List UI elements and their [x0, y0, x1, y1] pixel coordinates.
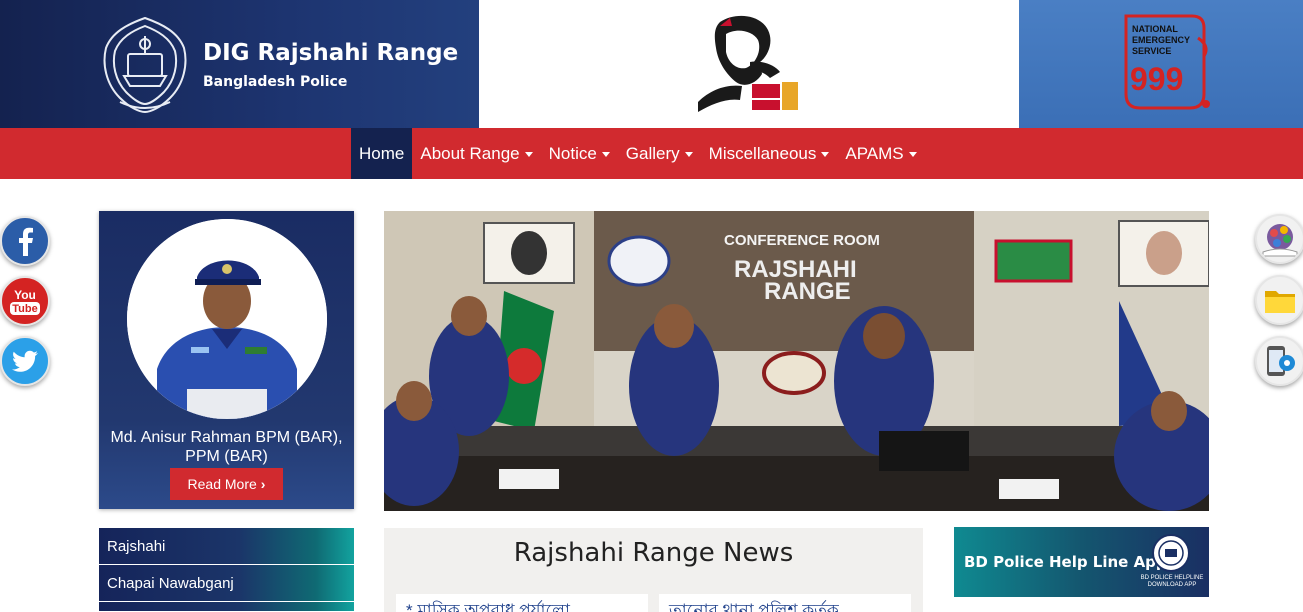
emergency-line-2: EMERGENCY [1132, 35, 1190, 45]
helpline-small-text: BD POLICE HELPLINE DOWNLOAD APP [1136, 575, 1208, 589]
nav-label: Notice [548, 143, 597, 163]
helpline-app-banner[interactable]: BD Police Help Line App BD POLICE HELPLI… [954, 527, 1209, 597]
profile-name: Md. Anisur Rahman BPM (BAR), PPM (BAR) [110, 429, 343, 465]
site-header: DIG Rajshahi Range Bangladesh Police NAT… [0, 0, 1303, 128]
district-list: Rajshahi Chapai Nawabganj [99, 528, 354, 612]
twitter-icon[interactable] [0, 336, 50, 386]
nav-label: Miscellaneous [708, 143, 817, 163]
district-item-chapai-nawabganj[interactable]: Chapai Nawabganj [99, 565, 354, 602]
youtube-text-2: Tube [12, 303, 37, 315]
read-more-label: Read More [187, 476, 257, 492]
police-helpline-logo-icon [1152, 534, 1190, 572]
district-item-next[interactable] [99, 602, 354, 612]
chevron-down-icon [821, 152, 830, 157]
emergency-number: 999 [1130, 61, 1183, 97]
conference-room-sign: CONFERENCE ROOM [724, 232, 880, 249]
helpline-small-line-2: DOWNLOAD APP [1147, 582, 1197, 588]
nav-item-gallery[interactable]: Gallery [618, 128, 701, 179]
news-card[interactable]: তানোর থানা পুলিশ কর্তৃক [659, 594, 911, 612]
header-logo-panel [479, 0, 1019, 128]
nav-item-about-range[interactable]: About Range [412, 128, 540, 179]
chevron-down-icon [908, 152, 917, 157]
range-sign-line-2: RANGE [764, 278, 851, 305]
helpline-small-line-1: BD POLICE HELPLINE [1140, 575, 1204, 581]
nav-item-home[interactable]: Home [351, 128, 413, 179]
app-icon[interactable] [1255, 214, 1303, 264]
nav-label: Gallery [625, 143, 680, 163]
emergency-line-1: NATIONAL [1132, 24, 1178, 34]
facebook-icon[interactable] [0, 216, 50, 266]
helpline-label: BD Police Help Line App [964, 553, 1167, 571]
nav-item-apams[interactable]: APAMS [837, 128, 924, 179]
read-more-button[interactable]: Read More › [170, 468, 283, 500]
conference-room-photo-image: CONFERENCE ROOM RAJSHAHI RANGE [384, 211, 1209, 511]
profile-card: Md. Anisur Rahman BPM (BAR), PPM (BAR) R… [99, 211, 354, 509]
avatar [127, 219, 327, 419]
emergency-line-3: SERVICE [1132, 46, 1171, 56]
nav-label: About Range [420, 143, 520, 163]
chevron-down-icon [684, 152, 693, 157]
range-news-section: Rajshahi Range News * মাসিক অপরাধ পর্যাল… [384, 528, 923, 612]
site-title[interactable]: DIG Rajshahi Range [203, 40, 458, 66]
emergency-999-icon[interactable]: NATIONAL EMERGENCY SERVICE 999 [1120, 10, 1210, 114]
nav-item-miscellaneous[interactable]: Miscellaneous [701, 128, 838, 179]
site-subtitle: Bangladesh Police [203, 74, 348, 90]
nav-label: Home [359, 143, 405, 163]
youtube-icon[interactable]: You Tube [0, 276, 50, 326]
nav-item-notice[interactable]: Notice [541, 128, 618, 179]
district-item-rajshahi[interactable]: Rajshahi [99, 528, 354, 565]
news-section-title: Rajshahi Range News [513, 538, 794, 568]
mujib-100-logo-icon [698, 15, 798, 112]
folder-icon[interactable] [1255, 275, 1303, 325]
header-brand-panel: DIG Rajshahi Range Bangladesh Police [0, 0, 479, 128]
police-crest-icon[interactable] [100, 14, 190, 114]
mobile-settings-icon[interactable] [1255, 336, 1303, 386]
conference-photo-slider[interactable]: CONFERENCE ROOM RAJSHAHI RANGE [384, 211, 1209, 511]
chevron-right-icon: › [260, 476, 266, 492]
header-emergency-panel: NATIONAL EMERGENCY SERVICE 999 [1019, 0, 1303, 128]
officer-portrait-image [127, 219, 327, 419]
nav-label: APAMS [845, 143, 904, 163]
main-nav: Home About Range Notice Gallery Miscella… [0, 128, 1303, 179]
youtube-text-1: You [14, 288, 36, 302]
chevron-down-icon [601, 152, 610, 157]
nav-list: Home About Range Notice Gallery Miscella… [351, 128, 925, 179]
news-card[interactable]: * মাসিক অপরাধ পর্যালো [396, 594, 648, 612]
chevron-down-icon [524, 152, 533, 157]
